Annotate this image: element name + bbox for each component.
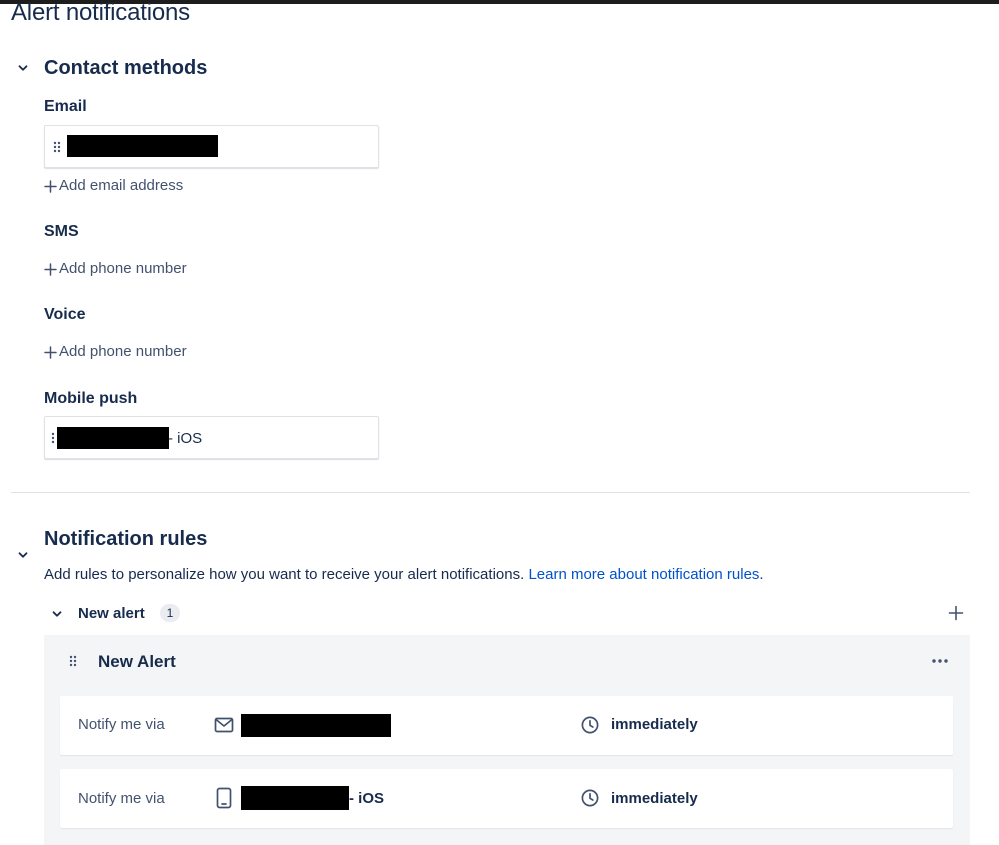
notification-rules-description: Add rules to personalize how you want to… [44,566,764,584]
clock-icon [581,716,599,734]
redacted-email [241,714,391,737]
add-sms-phone-button[interactable]: Add phone number [44,260,187,278]
add-rule-button[interactable] [948,605,964,621]
timing-value: immediately [611,716,698,733]
chevron-down-icon[interactable] [51,608,63,620]
add-email-label: Add email address [59,177,184,194]
plus-icon [44,179,57,193]
timing-value: immediately [611,790,698,807]
section-divider [11,492,970,493]
mail-icon [214,716,234,734]
plus-icon [44,262,57,276]
sms-label: SMS [44,223,79,240]
drag-handle-icon[interactable] [53,141,61,153]
notify-via-label: Notify me via [78,790,165,807]
page-title: Alert notifications [11,0,190,26]
mobile-icon [216,787,232,809]
email-label: Email [44,98,87,115]
plus-icon [948,605,964,621]
contact-methods-title: Contact methods [44,57,208,79]
clock-icon [581,789,599,807]
notification-rules-title: Notification rules [44,528,208,550]
device-platform: - iOS [349,790,385,807]
chevron-down-icon[interactable] [17,549,29,561]
device-platform: - iOS [168,430,203,447]
redacted-email [67,135,218,157]
add-email-button[interactable]: Add email address [44,177,183,195]
mobile-push-entry[interactable]: - iOS [44,416,379,459]
more-options-button[interactable] [930,653,950,669]
chevron-down-icon[interactable] [17,62,29,74]
rule-row[interactable]: Notify me via immediately [60,696,953,755]
add-sms-phone-label: Add phone number [59,260,187,277]
description-text: Add rules to personalize how you want to… [44,566,529,583]
add-voice-phone-label: Add phone number [59,343,187,360]
rule-row[interactable]: Notify me via - iOS immediately [60,769,953,828]
rule-count-badge: 1 [160,604,180,622]
rule-group-label: New alert [78,605,145,622]
redacted-device-name [241,786,349,810]
learn-more-link[interactable]: Learn more about notification rules [528,566,759,583]
redacted-device-name [57,427,169,449]
plus-icon [44,345,57,359]
rule-title: New Alert [98,652,176,671]
more-icon [932,659,948,663]
voice-label: Voice [44,306,86,323]
add-voice-phone-button[interactable]: Add phone number [44,343,187,361]
mobile-push-label: Mobile push [44,390,138,407]
notify-via-label: Notify me via [78,716,165,733]
description-period: . [759,566,764,583]
alert-notifications-page: Alert notifications Contact methods Emai… [0,0,999,845]
email-entry[interactable] [44,125,379,168]
drag-handle-icon[interactable] [69,655,77,667]
